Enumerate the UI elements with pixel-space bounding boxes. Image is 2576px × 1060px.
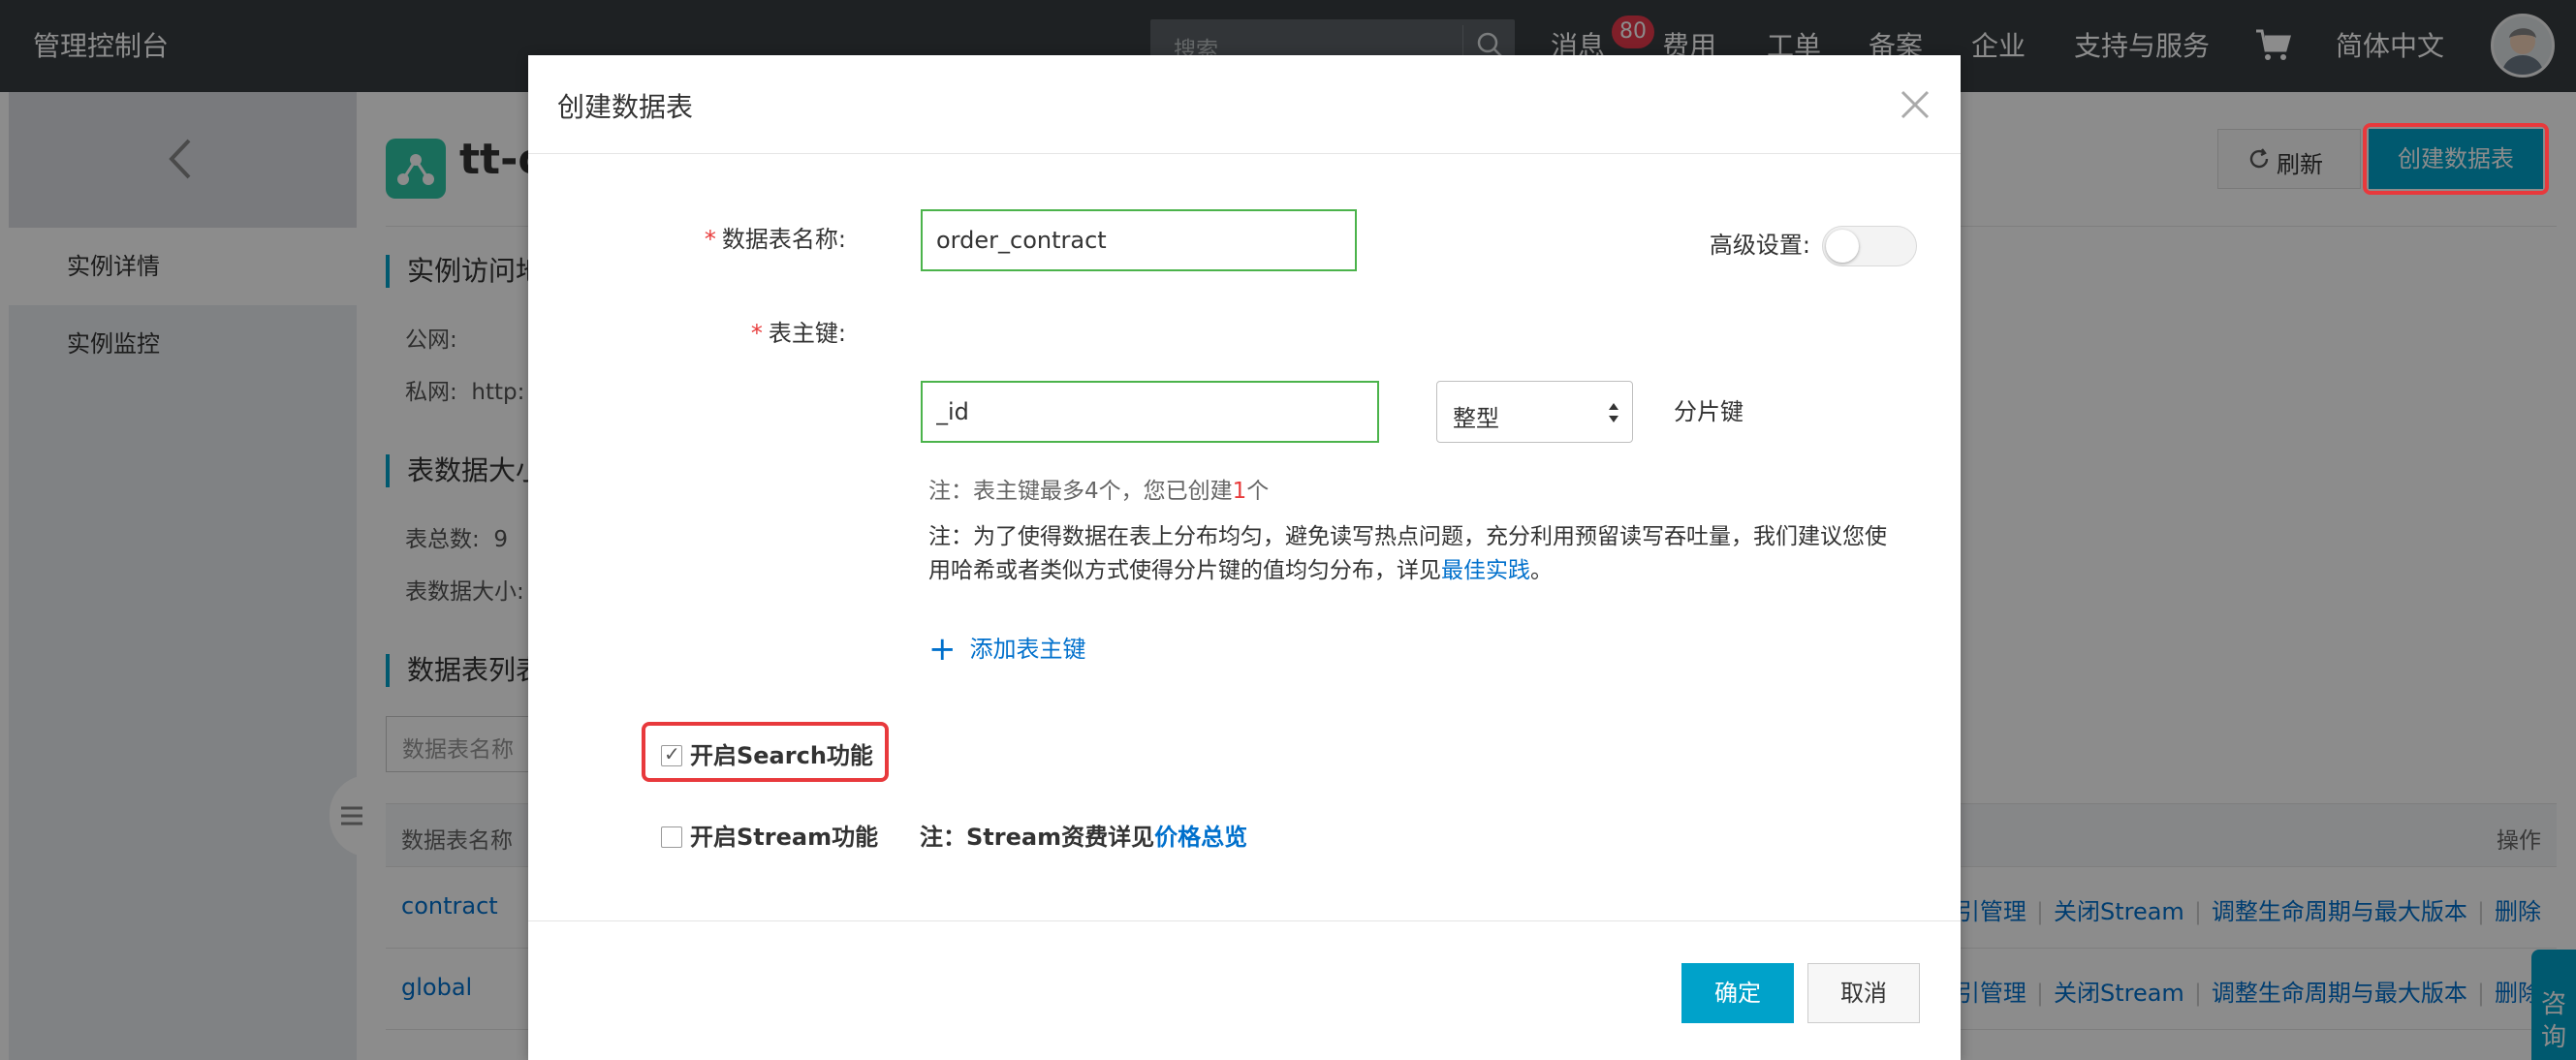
stream-feature-checkbox[interactable] bbox=[661, 826, 682, 848]
distribution-note-text: 注：为了使得数据在表上分布均匀，避免读写热点问题，充分利用预留读写吞吐量，我们建… bbox=[928, 524, 1887, 583]
dialog-header: 创建数据表 bbox=[528, 55, 1961, 154]
best-practice-link[interactable]: 最佳实践 bbox=[1441, 558, 1530, 583]
dialog-title: 创建数据表 bbox=[557, 91, 694, 123]
shard-key-label: 分片键 bbox=[1674, 398, 1744, 425]
close-icon[interactable] bbox=[1899, 88, 1932, 121]
stream-pricing-note: 注：Stream资费详见价格总览 bbox=[920, 818, 1247, 852]
search-feature-option[interactable]: 开启Search功能 bbox=[661, 736, 873, 770]
primary-key-label-text: 表主键: bbox=[768, 320, 846, 347]
table-name-label: * 数据表名称: bbox=[704, 226, 846, 253]
primary-key-label: * 表主键: bbox=[750, 320, 846, 347]
table-name-label-text: 数据表名称: bbox=[721, 226, 846, 253]
create-table-dialog: 创建数据表 *数据表名称: 高级设置: *表主键: 整型 分片键 注：表主键最多… bbox=[528, 55, 1961, 1060]
key-type-value: 整型 bbox=[1453, 405, 1499, 432]
select-arrows-icon bbox=[1609, 403, 1618, 422]
table-name-input[interactable] bbox=[923, 211, 1355, 269]
cancel-button[interactable]: 取消 bbox=[1807, 963, 1920, 1023]
pk-created-count: 1 bbox=[1232, 479, 1247, 504]
search-feature-label: 开启Search功能 bbox=[690, 742, 873, 769]
pk-note-prefix: 注：表主键最多4个，您已创建 bbox=[928, 479, 1233, 504]
stream-feature-option[interactable]: 开启Stream功能 bbox=[661, 818, 878, 852]
primary-key-input[interactable] bbox=[923, 383, 1377, 441]
primary-key-field[interactable] bbox=[921, 381, 1379, 443]
plus-icon: + bbox=[928, 630, 957, 669]
footer-divider bbox=[528, 920, 1961, 921]
advanced-settings-toggle[interactable] bbox=[1822, 226, 1917, 266]
distribution-note-end: 。 bbox=[1530, 558, 1553, 583]
advanced-settings-label: 高级设置: bbox=[1709, 232, 1810, 259]
pk-note-suffix: 个 bbox=[1246, 479, 1270, 504]
key-type-select[interactable]: 整型 bbox=[1436, 381, 1633, 443]
confirm-button[interactable]: 确定 bbox=[1681, 963, 1794, 1023]
price-overview-link[interactable]: 价格总览 bbox=[1154, 824, 1247, 851]
distribution-note: 注：为了使得数据在表上分布均匀，避免读写热点问题，充分利用预留读写吞吐量，我们建… bbox=[928, 520, 1907, 588]
add-primary-key-button[interactable]: + 添加表主键 bbox=[928, 630, 1086, 669]
add-primary-key-label: 添加表主键 bbox=[969, 636, 1086, 663]
toggle-knob bbox=[1826, 230, 1859, 263]
highlight-create-button bbox=[2363, 123, 2549, 195]
table-name-field[interactable] bbox=[921, 209, 1357, 271]
stream-note-text: 注：Stream资费详见 bbox=[920, 824, 1155, 851]
search-feature-checkbox[interactable] bbox=[661, 742, 682, 766]
stream-feature-label: 开启Stream功能 bbox=[690, 824, 879, 851]
pk-count-note: 注：表主键最多4个，您已创建1个 bbox=[928, 474, 1269, 509]
